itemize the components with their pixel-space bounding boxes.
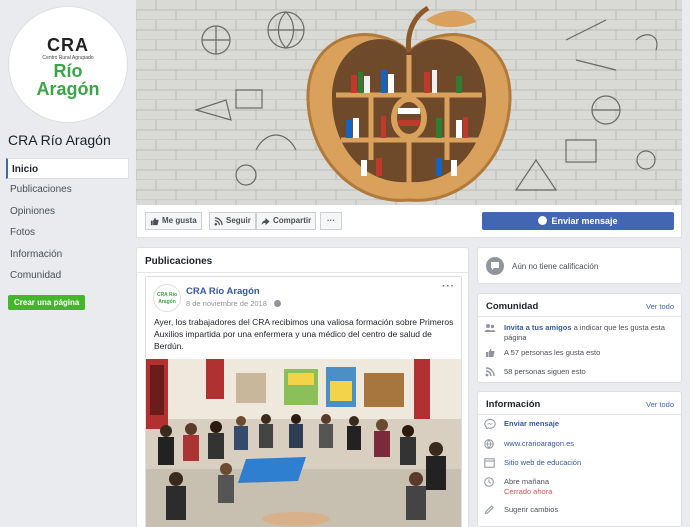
community-card: Comunidad Ver todo Invita a tus amigos a…	[477, 293, 682, 383]
info-category-link[interactable]: Sitio web de educación	[504, 458, 676, 468]
posts-section: Publicaciones CRA Río Aragón CRA Río Ara…	[136, 247, 469, 527]
rating-text: Aún no tiene calificación	[512, 262, 599, 271]
info-card: Información Ver todo Enviar mensaje www.…	[477, 391, 682, 527]
create-page-button[interactable]: Crear una página	[8, 295, 86, 310]
clock-icon	[484, 477, 496, 487]
pencil-icon	[484, 505, 496, 515]
classroom-photo	[146, 359, 461, 527]
more-options-button[interactable]: ···	[320, 212, 342, 230]
follow-page-button[interactable]: Seguir	[209, 212, 256, 230]
nav-item-opiniones[interactable]: Opiniones	[6, 201, 129, 222]
post-author-name[interactable]: CRA Río Aragón	[186, 286, 260, 297]
messenger-icon	[538, 216, 548, 225]
globe-icon	[484, 439, 496, 449]
info-title: Información	[486, 399, 541, 410]
cover-photo[interactable]	[136, 0, 682, 205]
divider	[478, 414, 681, 415]
globe-icon	[274, 300, 282, 307]
messenger-icon	[484, 418, 496, 430]
info-send-message-link[interactable]: Enviar mensaje	[504, 419, 676, 429]
rss-icon	[484, 367, 496, 377]
post-photo[interactable]	[146, 359, 461, 527]
page-action-bar: Me gusta Seguir Compartir ··· Enviar men…	[136, 205, 682, 238]
page-nav: Inicio Publicaciones Opiniones Fotos Inf…	[6, 158, 129, 286]
logo-text-cra: CRA	[47, 35, 89, 55]
rss-icon	[214, 216, 223, 226]
divider	[478, 316, 681, 317]
info-opens-text[interactable]: Abre mañana	[504, 477, 676, 487]
likes-count-text[interactable]: A 57 personas les gusta esto	[504, 348, 676, 358]
rating-card: Aún no tiene calificación	[477, 247, 682, 284]
cover-illustration	[136, 0, 682, 205]
invite-friends-link[interactable]: Invita a tus amigos	[504, 323, 572, 332]
community-title: Comunidad	[486, 301, 539, 312]
like-label: Me gusta	[162, 216, 197, 225]
follow-label: Seguir	[226, 216, 251, 225]
nav-item-fotos[interactable]: Fotos	[6, 222, 129, 243]
info-suggest-changes-link[interactable]: Sugerir cambios	[504, 505, 676, 515]
send-message-label: Enviar mensaje	[551, 216, 618, 226]
like-page-button[interactable]: Me gusta	[145, 212, 202, 230]
logo-text-aragon: Aragón	[36, 79, 100, 99]
thumbs-up-icon	[150, 216, 159, 226]
page-profile-picture[interactable]: CRA Centro Rural Agrupado Río Aragón	[8, 6, 128, 123]
info-closed-status: Cerrado ahora	[504, 487, 553, 496]
posts-section-title: Publicaciones	[145, 256, 213, 267]
post-body-text: Ayer, los trabajadores del CRA recibimos…	[154, 317, 454, 351]
post-author-avatar[interactable]: CRA Río Aragón	[153, 284, 181, 312]
invite-friends-row: Invita a tus amigos a indicar que les gu…	[484, 323, 678, 343]
nav-item-comunidad[interactable]: Comunidad	[6, 265, 129, 286]
post-timestamp[interactable]: 8 de noviembre de 2018 ·	[186, 299, 282, 308]
share-label: Compartir	[273, 216, 312, 225]
thumbs-up-icon	[484, 348, 496, 358]
left-sidebar: CRA Centro Rural Agrupado Río Aragón CRA…	[0, 0, 133, 527]
info-see-all-link[interactable]: Ver todo	[646, 400, 674, 409]
nav-item-inicio[interactable]: Inicio	[6, 158, 129, 179]
post-card: CRA Río Aragón CRA Río Aragón 8 de novie…	[145, 276, 462, 527]
nav-item-publicaciones[interactable]: Publicaciones	[6, 179, 129, 200]
people-icon	[484, 323, 496, 333]
info-website-link[interactable]: www.crarioaragon.es	[504, 439, 676, 449]
share-page-button[interactable]: Compartir	[256, 212, 317, 230]
nav-item-informacion[interactable]: Información	[6, 244, 129, 265]
send-message-button[interactable]: Enviar mensaje	[482, 212, 674, 230]
page-title[interactable]: CRA Río Aragón	[8, 132, 111, 148]
followers-count-text[interactable]: 58 personas siguen esto	[504, 367, 676, 377]
post-options-button[interactable]: ···	[442, 281, 455, 292]
info-hours-row: Abre mañana Cerrado ahora	[484, 477, 678, 499]
community-see-all-link[interactable]: Ver todo	[646, 302, 674, 311]
post-date-text: 8 de noviembre de 2018 ·	[186, 299, 272, 308]
browser-window-icon	[484, 458, 496, 468]
divider	[137, 272, 468, 273]
rating-chat-icon	[486, 257, 504, 275]
share-arrow-icon	[261, 216, 270, 226]
